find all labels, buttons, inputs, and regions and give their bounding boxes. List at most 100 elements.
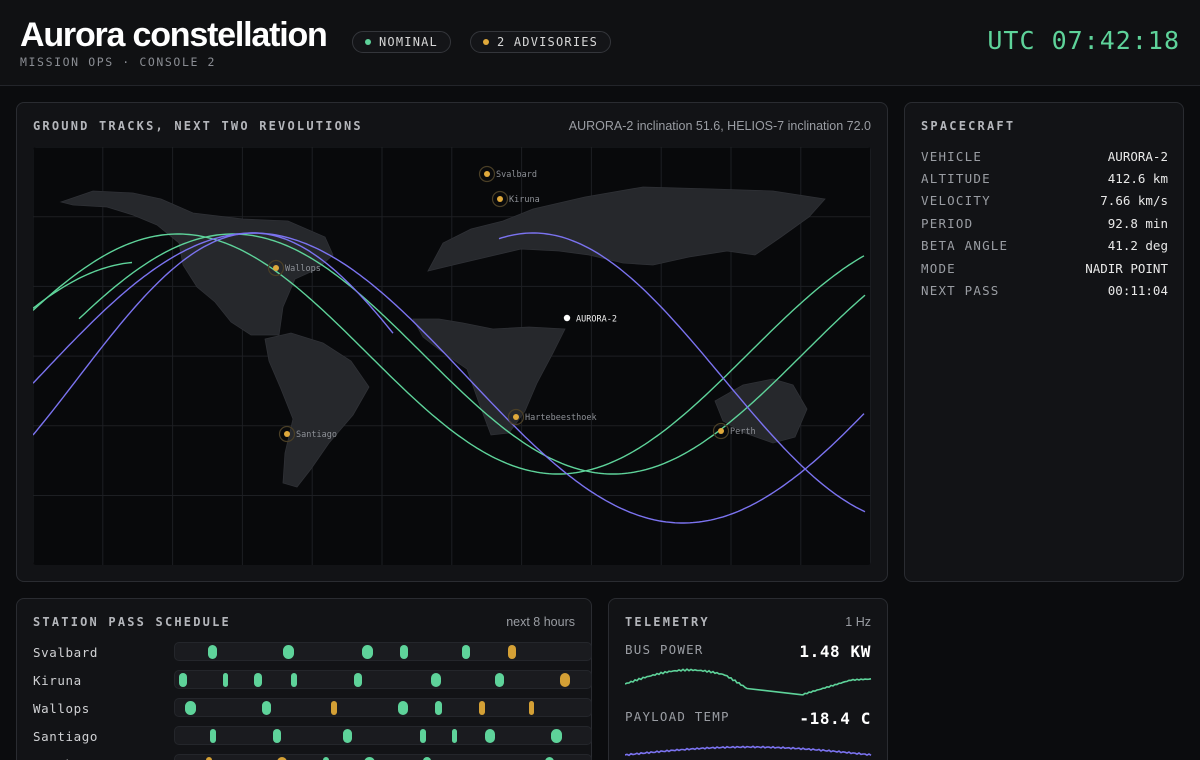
spacecraft-table: VEHICLE AURORA-2 ALTITUDE 412.6 km VELOCIT…	[921, 145, 1168, 302]
pass-block[interactable]	[272, 729, 282, 743]
kv-row-next-pass: NEXT PASS 00:11:04	[921, 279, 1168, 301]
pass-block[interactable]	[397, 701, 408, 715]
payload-temp-sparkline	[625, 745, 872, 757]
panel-title: SPACECRAFT	[921, 119, 1016, 133]
schedule-row-perth: Perth	[33, 751, 592, 760]
station-dot-icon	[273, 265, 279, 271]
pass-block[interactable]	[179, 673, 188, 687]
schedule-station-label: Santiago	[33, 729, 99, 744]
pass-block[interactable]	[399, 645, 408, 659]
pass-block[interactable]	[362, 645, 373, 659]
pass-block-advisory[interactable]	[331, 701, 338, 715]
schedule-station-label: Svalbard	[33, 645, 99, 660]
pass-block[interactable]	[210, 729, 216, 743]
schedule-timeline	[174, 726, 592, 745]
schedule-row-kiruna: Kiruna	[33, 667, 592, 695]
kv-key: MODE	[921, 260, 956, 276]
pass-block[interactable]	[185, 701, 196, 715]
continents	[59, 186, 826, 488]
schedule-timeline	[174, 642, 592, 661]
pass-block-advisory[interactable]	[507, 645, 517, 659]
schedule-rows: Svalbard Kiruna Wallops Santiago Perth	[33, 639, 592, 760]
station-svalbard[interactable]: Svalbard	[478, 165, 537, 183]
schedule-station-label: Wallops	[33, 701, 90, 716]
station-dot-icon	[718, 428, 724, 434]
pass-block[interactable]	[262, 701, 271, 715]
station-label: Kiruna	[509, 195, 540, 205]
pass-block[interactable]	[551, 729, 562, 743]
station-pass-schedule-panel: STATION PASS SCHEDULE next 8 hours Svalb…	[16, 598, 592, 760]
pass-block[interactable]	[495, 673, 504, 687]
kv-value: 92.8 min	[1107, 215, 1168, 231]
panel-note: next 8 hours	[506, 615, 575, 629]
kv-key: PERIOD	[921, 215, 974, 231]
spacecraft-marker-group: AURORA-2	[563, 314, 617, 325]
schedule-row-wallops: Wallops	[33, 695, 592, 723]
spacecraft-panel: SPACECRAFT VEHICLE AURORA-2 ALTITUDE 412.6…	[904, 102, 1184, 582]
top-header: Aurora constellation MISSION OPS · CONSO…	[0, 0, 1200, 86]
kv-key: BETA ANGLE	[921, 238, 1009, 254]
kv-row-velocity: VELOCITY 7.66 km/s	[921, 190, 1168, 212]
pass-block[interactable]	[420, 729, 426, 743]
kv-key: ALTITUDE	[921, 171, 991, 187]
pass-block[interactable]	[484, 729, 496, 743]
pass-block-advisory[interactable]	[559, 673, 571, 687]
station-dot-icon	[284, 431, 290, 437]
pass-block[interactable]	[222, 673, 229, 687]
spacecraft-dot-icon[interactable]	[563, 314, 571, 322]
pass-block[interactable]	[291, 673, 297, 687]
app-subtitle: MISSION OPS · CONSOLE 2	[20, 55, 217, 69]
station-label: Santiago	[296, 430, 337, 440]
panel-note: 1 Hz	[845, 615, 871, 629]
kv-row-period: PERIOD 92.8 min	[921, 212, 1168, 234]
pass-block-advisory[interactable]	[528, 701, 534, 715]
pass-block[interactable]	[208, 645, 217, 659]
kv-key: VELOCITY	[921, 193, 991, 209]
kv-key: VEHICLE	[921, 148, 983, 164]
status-pill-advisories[interactable]: 2 ADVISORIES	[470, 31, 612, 53]
kv-value: AURORA-2	[1107, 148, 1168, 164]
schedule-station-label: Kiruna	[33, 673, 82, 688]
station-label: Wallops	[285, 264, 321, 274]
pass-block[interactable]	[283, 645, 294, 659]
utc-clock: UTC 07:42:18	[987, 26, 1180, 55]
panel-title: GROUND TRACKS, NEXT TWO REVOLUTIONS	[33, 119, 363, 133]
telemetry-label-bus-power: BUS POWER	[625, 642, 704, 657]
status-pill-nominal[interactable]: NOMINAL	[352, 31, 451, 53]
pass-block[interactable]	[435, 701, 443, 715]
pass-block[interactable]	[343, 729, 352, 743]
station-kiruna[interactable]: Kiruna	[491, 190, 540, 208]
station-label: Svalbard	[496, 170, 537, 180]
schedule-row-santiago: Santiago	[33, 723, 592, 751]
continent-eurasia	[427, 186, 826, 272]
kv-row-mode: MODE NADIR POINT	[921, 257, 1168, 279]
schedule-timeline	[174, 698, 592, 717]
telemetry-panel: TELEMETRY 1 Hz BUS POWER 1.48 KW PAYLOAD…	[608, 598, 888, 760]
status-pill-label: 2 ADVISORIES	[497, 35, 599, 49]
advisory-status-dot-icon	[483, 39, 489, 45]
station-label: Hartebeesthoek	[525, 413, 597, 423]
station-dot-icon	[484, 171, 490, 177]
aurora-track-2	[33, 232, 865, 524]
panel-note: AURORA-2 inclination 51.6, HELIOS-7 incl…	[568, 119, 871, 133]
schedule-row-svalbard: Svalbard	[33, 639, 592, 667]
pass-block[interactable]	[430, 673, 442, 687]
schedule-timeline	[174, 670, 592, 689]
kv-value: 41.2 deg	[1107, 238, 1168, 254]
station-dot-icon	[497, 196, 503, 202]
panel-title: TELEMETRY	[625, 615, 710, 629]
aurora-track-3	[498, 232, 866, 513]
station-dot-icon	[513, 414, 519, 420]
world-map[interactable]: Svalbard Kiruna Wallops Hartebeesthoek Santi…	[33, 147, 871, 565]
telemetry-label-payload-temp: PAYLOAD TEMP	[625, 709, 730, 724]
ground-tracks-panel: GROUND TRACKS, NEXT TWO REVOLUTIONS AURO…	[16, 102, 888, 582]
bus-power-sparkline	[625, 668, 872, 696]
pass-block[interactable]	[254, 673, 263, 687]
kv-key: NEXT PASS	[921, 283, 1000, 299]
pass-block[interactable]	[451, 729, 458, 743]
telemetry-value-bus-power: 1.48 KW	[799, 642, 871, 661]
pass-block[interactable]	[353, 673, 363, 687]
pass-block-advisory[interactable]	[478, 701, 485, 715]
station-label: Perth	[730, 427, 756, 437]
pass-block[interactable]	[462, 645, 470, 659]
